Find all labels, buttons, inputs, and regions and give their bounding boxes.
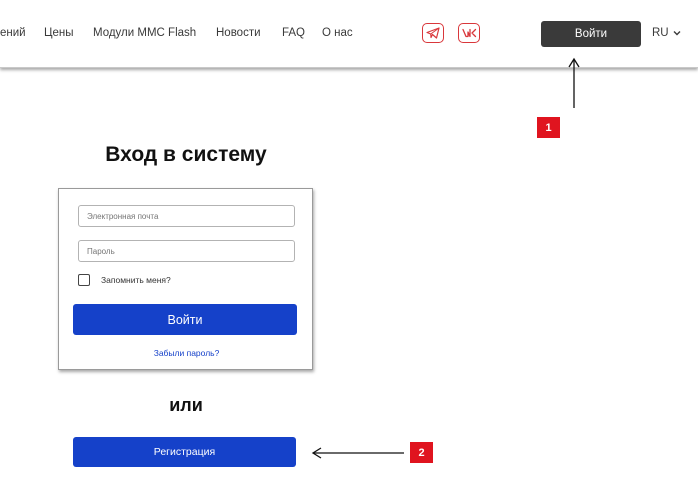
- or-divider: или: [169, 395, 203, 415]
- login-submit-button[interactable]: Войти: [73, 304, 297, 335]
- arrow-up-icon: [568, 57, 580, 108]
- register-button[interactable]: Регистрация: [73, 437, 296, 467]
- remember-label: Запомнить меня?: [101, 275, 171, 285]
- password-field[interactable]: [78, 240, 295, 262]
- login-form: Запомнить меня? Войти Забыли пароль?: [58, 188, 313, 370]
- forgot-password-link[interactable]: Забыли пароль?: [59, 348, 314, 358]
- annotation-marker-2: 2: [410, 442, 433, 463]
- page-title: Вход в систему: [105, 143, 267, 166]
- arrow-left-icon: [311, 447, 404, 459]
- annotation-marker-1: 1: [537, 117, 560, 138]
- email-field[interactable]: [78, 205, 295, 227]
- remember-checkbox[interactable]: [78, 274, 90, 286]
